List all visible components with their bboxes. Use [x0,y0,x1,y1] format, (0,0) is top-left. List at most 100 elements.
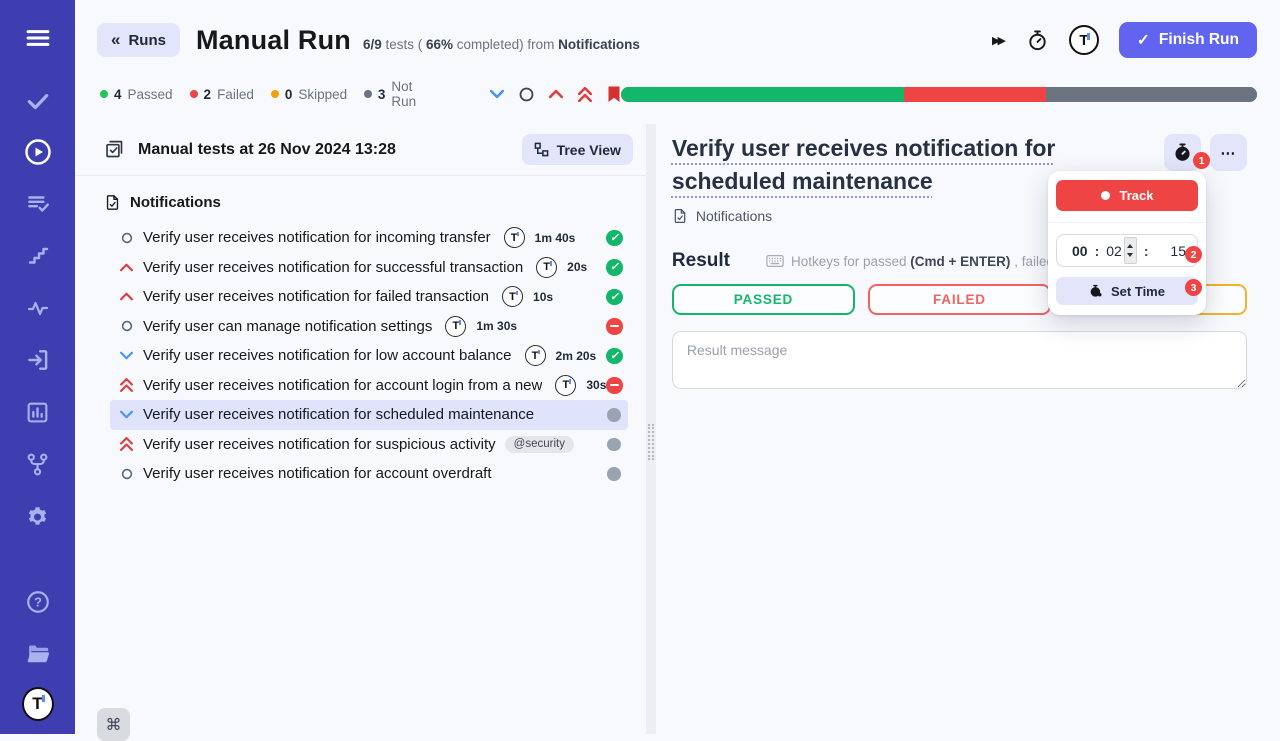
tests-check-icon[interactable] [22,84,54,116]
test-rows: Verify user receives notification for in… [75,223,646,489]
chevron-up-icon[interactable] [549,89,564,99]
testomat-logo-icon: T [555,374,577,396]
stepper-up-icon[interactable] [1127,243,1134,248]
test-status-icon [606,259,623,276]
progress-segment [904,86,1046,102]
percent-complete: 66% [426,37,454,52]
test-title: Verify user receives notification for fa… [143,288,490,306]
run-name: Manual tests at 26 Nov 2024 13:28 [138,140,396,158]
test-row[interactable]: Verify user receives notification for sc… [110,400,628,430]
brand-logo-header[interactable]: T [1068,25,1099,55]
menu-icon[interactable] [22,22,54,54]
test-status-icon [607,408,623,422]
circle-outline-icon[interactable] [519,87,534,102]
test-title: Verify user receives notification for in… [143,229,491,247]
timer-history-icon[interactable] [1026,29,1049,52]
test-status-icon [606,377,623,394]
test-row[interactable]: Verify user receives notification for fa… [110,282,628,312]
test-status-icon [606,229,623,246]
test-row[interactable]: Verify user receives notification for su… [110,430,628,460]
seconds-input[interactable]: 15 [1170,243,1186,259]
stopwatch-icon [1175,143,1190,161]
test-duration: 1m 40s [534,230,576,245]
test-status-icon [607,467,623,481]
tests-fraction: 6/9 [362,37,382,52]
analytics-icon[interactable] [22,396,54,428]
test-status-icon [606,347,623,364]
brand-logo-letter: T [21,687,54,721]
record-dot-icon [1100,191,1110,200]
finish-run-button[interactable]: ✓ Finish Run [1118,22,1257,58]
resizer-handle-icon[interactable] [647,424,654,460]
set-time-button[interactable]: Set Time [1056,277,1198,305]
projects-folder-icon[interactable] [22,638,54,670]
brand-logo[interactable]: T [21,687,54,721]
test-status-icon [606,288,623,305]
stat-notrun: 3 Not Run [364,79,439,109]
chevrons-up-icon[interactable] [578,86,593,102]
stepper-down-icon[interactable] [1127,253,1134,258]
testomat-logo-icon: T [536,256,558,278]
test-duration: 20s [567,260,588,275]
test-title: Verify user receives notification for su… [143,435,496,453]
chevron-down-icon[interactable] [490,89,505,99]
svg-text:?: ? [34,595,42,610]
tree-view-button[interactable]: Tree View [521,134,633,165]
command-key-badge[interactable]: ⌘ [97,708,130,741]
folder-row[interactable]: Notifications [75,189,646,215]
settings-gear-icon[interactable] [22,500,54,532]
popup-divider [1048,222,1206,223]
test-duration: 10s [533,289,554,304]
checklist-icon [104,139,125,160]
test-title: Verify user receives notification for ac… [143,465,492,483]
test-row[interactable]: Verify user receives notification for lo… [110,341,628,371]
test-row[interactable]: Verify user receives notification for su… [110,253,628,283]
test-row[interactable]: Verify user receives notification for in… [110,223,628,253]
bookmark-icon[interactable] [607,86,621,103]
hours-input[interactable]: 00 [1072,243,1088,259]
priority-icon [120,232,133,244]
test-row[interactable]: Verify user can manage notification sett… [110,312,628,342]
stat-skipped: 0 Skipped [270,87,347,102]
test-status-icon [607,437,623,451]
stat-passed: 4 Passed [100,87,173,102]
check-icon: ✓ [1136,31,1150,49]
passed-button[interactable]: PASSED [671,284,855,316]
page-title: Manual Run [195,24,351,55]
back-to-runs-button[interactable]: « Runs [97,23,180,57]
more-options-button[interactable]: ⋯ [1209,134,1247,171]
test-plans-icon[interactable] [22,188,54,220]
failed-button[interactable]: FAILED [867,284,1051,316]
tree-view-label: Tree View [556,141,621,158]
priority-icon [120,320,133,332]
help-icon[interactable]: ? [22,586,54,618]
run-play-icon[interactable] [22,136,54,168]
test-duration: 2m 20s [555,348,597,363]
main-area: « Runs Manual Run 6/9 tests ( 66% comple… [75,0,1280,741]
folder-label: Notifications [130,193,221,211]
panel-resizer [645,124,656,734]
keyboard-icon [766,255,784,268]
chevrons-left-icon: « [111,30,121,49]
branches-icon[interactable] [22,448,54,480]
import-icon[interactable] [22,344,54,376]
track-button[interactable]: Track [1056,180,1198,211]
runs-button-label: Runs [128,31,166,49]
minutes-stepper[interactable] [1123,237,1137,264]
result-message-input[interactable] [671,331,1247,390]
run-source: Notifications [558,37,640,52]
fast-forward-icon[interactable]: ▶▶ [992,34,1006,47]
progress-segment [621,86,905,102]
run-progress-bar [621,86,1257,102]
test-row[interactable]: Verify user receives notification for ac… [110,459,628,489]
testomat-logo-icon: T [524,345,546,367]
test-row[interactable]: Verify user receives notification for ac… [110,371,628,401]
minutes-input[interactable]: 02 [1106,243,1122,259]
testomat-logo-icon: T [445,315,467,337]
test-status-icon [606,318,623,335]
steps-icon[interactable] [22,240,54,272]
pulse-icon[interactable] [22,292,54,324]
app-sidebar: ? T [0,0,75,734]
file-check-icon [672,208,688,224]
passed-dot-icon [100,90,108,98]
